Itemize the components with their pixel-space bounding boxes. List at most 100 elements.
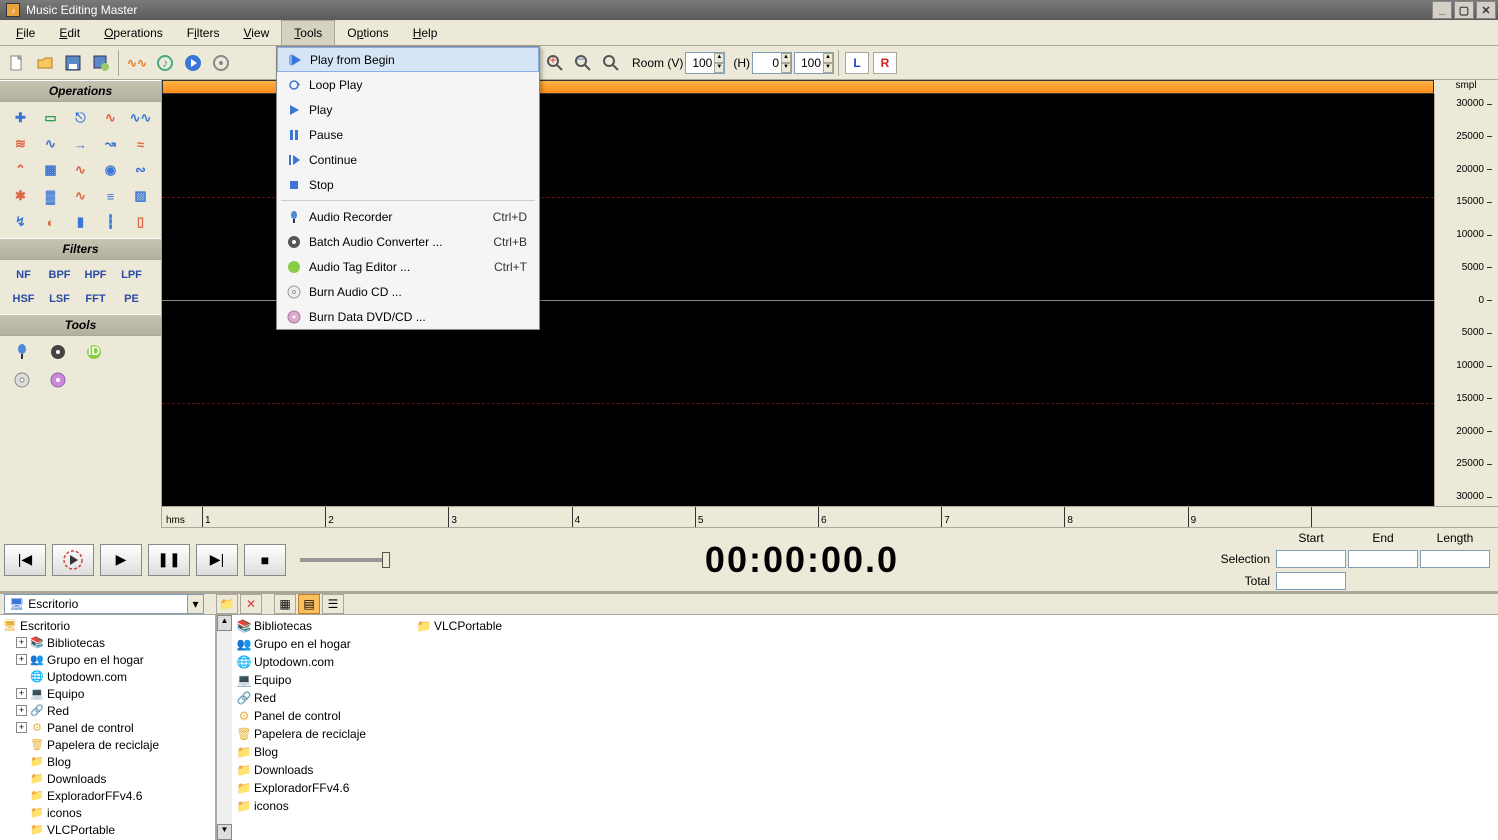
tree-item[interactable]: 📁ExploradorFFv4.6 xyxy=(2,787,213,804)
operation-18[interactable]: ≡ xyxy=(97,184,125,208)
sel-start-field[interactable] xyxy=(1276,550,1346,568)
filter-bpf[interactable]: BPF xyxy=(46,264,74,286)
dropdown-item-play-begin[interactable]: Play from Begin xyxy=(277,47,539,72)
operation-22[interactable]: ▮ xyxy=(67,210,95,234)
scroll-down[interactable]: ▼ xyxy=(217,824,232,840)
list-item[interactable]: 🗑Papelera de reciclaje xyxy=(234,725,414,743)
menu-help[interactable]: Help xyxy=(401,20,450,45)
expand-toggle[interactable]: + xyxy=(16,637,27,648)
expand-toggle[interactable]: + xyxy=(16,654,27,665)
spin-down[interactable]: ▼ xyxy=(781,63,791,73)
expand-toggle[interactable]: + xyxy=(16,688,27,699)
zoom-in-button[interactable]: + xyxy=(542,50,568,76)
tool-burn-dvd[interactable] xyxy=(44,368,72,392)
minimize-button[interactable]: _ xyxy=(1432,1,1452,19)
save-button[interactable] xyxy=(60,50,86,76)
play-begin-button[interactable] xyxy=(52,544,94,576)
fb-view-small[interactable]: ▤ xyxy=(298,594,320,614)
room-h1-input[interactable] xyxy=(753,56,781,70)
operation-10[interactable]: ⌃ xyxy=(7,158,35,182)
play-button[interactable]: ▶ xyxy=(100,544,142,576)
operation-24[interactable]: ▯ xyxy=(127,210,155,234)
operation-23[interactable]: ┇ xyxy=(97,210,125,234)
location-combo[interactable]: 🖥 Escritorio ▾ xyxy=(4,594,204,614)
dropdown-item-stop[interactable]: Stop xyxy=(277,172,539,197)
operation-4[interactable]: ∿∿ xyxy=(127,106,155,130)
fb-delete-button[interactable]: ✕ xyxy=(240,594,262,614)
dropdown-item-mic[interactable]: Audio RecorderCtrl+D xyxy=(277,204,539,229)
room-h2-spinner[interactable]: ▲▼ xyxy=(794,52,834,74)
operation-1[interactable]: ▭ xyxy=(37,106,65,130)
operation-16[interactable]: ▓ xyxy=(37,184,65,208)
dropdown-item-dvd[interactable]: Burn Data DVD/CD ... xyxy=(277,304,539,329)
menu-file[interactable]: File xyxy=(4,20,47,45)
operation-7[interactable]: → xyxy=(67,132,95,156)
folder-tree[interactable]: 🖥Escritorio+📚Bibliotecas+👥Grupo en el ho… xyxy=(0,615,216,840)
tree-item[interactable]: 📁Blog xyxy=(2,753,213,770)
menu-filters[interactable]: Filters xyxy=(175,20,232,45)
combo-dropdown-button[interactable]: ▾ xyxy=(187,595,203,613)
skip-end-button[interactable]: ▶| xyxy=(196,544,238,576)
tool-tag[interactable]: ID xyxy=(80,340,108,364)
list-item[interactable]: 🔗Red xyxy=(234,689,414,707)
room-h1-spinner[interactable]: ▲▼ xyxy=(752,52,792,74)
tool-burn-cd[interactable] xyxy=(8,368,36,392)
spin-down[interactable]: ▼ xyxy=(714,63,724,73)
list-item[interactable]: ⚙Panel de control xyxy=(234,707,414,725)
total-field[interactable] xyxy=(1276,572,1346,590)
fb-up-button[interactable]: 📁 xyxy=(216,594,238,614)
list-item[interactable]: 🌐Uptodown.com xyxy=(234,653,414,671)
spin-up[interactable]: ▲ xyxy=(781,53,791,63)
sel-end-field[interactable] xyxy=(1348,550,1418,568)
operation-20[interactable]: ↯ xyxy=(7,210,35,234)
operation-14[interactable]: ∾ xyxy=(127,158,155,182)
operation-13[interactable]: ◉ xyxy=(97,158,125,182)
operation-8[interactable]: ↝ xyxy=(97,132,125,156)
tool-batch[interactable] xyxy=(44,340,72,364)
menu-tools[interactable]: Tools xyxy=(281,20,335,45)
list-item[interactable]: 📁VLCPortable xyxy=(414,617,502,635)
fb-view-list[interactable]: ☰ xyxy=(322,594,344,614)
left-channel-button[interactable]: L xyxy=(845,52,869,74)
filter-fft[interactable]: FFT xyxy=(82,288,110,310)
dropdown-item-pause[interactable]: Pause xyxy=(277,122,539,147)
tree-item[interactable]: +👥Grupo en el hogar xyxy=(2,651,213,668)
operation-3[interactable]: ∿ xyxy=(97,106,125,130)
skip-start-button[interactable]: |◀ xyxy=(4,544,46,576)
right-channel-button[interactable]: R xyxy=(873,52,897,74)
tree-scrollbar[interactable]: ▲ ▼ xyxy=(216,615,232,840)
tree-item[interactable]: +⚙Panel de control xyxy=(2,719,213,736)
list-item[interactable]: 📁Blog xyxy=(234,743,414,761)
dropdown-item-play[interactable]: Play xyxy=(277,97,539,122)
room-v-spinner[interactable]: ▲▼ xyxy=(685,52,725,74)
volume-thumb[interactable] xyxy=(382,552,390,568)
operation-2[interactable]: ⎋ xyxy=(67,106,95,130)
room-v-input[interactable] xyxy=(686,56,714,70)
operation-9[interactable]: ≈ xyxy=(127,132,155,156)
operation-19[interactable]: ▨ xyxy=(127,184,155,208)
operation-0[interactable]: ✚ xyxy=(7,106,35,130)
dropdown-item-batch[interactable]: Batch Audio Converter ...Ctrl+B xyxy=(277,229,539,254)
zoom-fit-button[interactable] xyxy=(598,50,624,76)
tree-item[interactable]: +📚Bibliotecas xyxy=(2,634,213,651)
fb-view-large[interactable]: ▦ xyxy=(274,594,296,614)
open-file-button[interactable] xyxy=(32,50,58,76)
menu-operations[interactable]: Operations xyxy=(92,20,175,45)
menu-edit[interactable]: Edit xyxy=(47,20,92,45)
dropdown-item-cd[interactable]: Burn Audio CD ... xyxy=(277,279,539,304)
spin-down[interactable]: ▼ xyxy=(823,63,833,73)
filter-pe[interactable]: PE xyxy=(118,288,146,310)
volume-slider[interactable] xyxy=(300,558,390,562)
operation-17[interactable]: ∿ xyxy=(67,184,95,208)
list-item[interactable]: 💻Equipo xyxy=(234,671,414,689)
play-button[interactable] xyxy=(180,50,206,76)
spin-up[interactable]: ▲ xyxy=(823,53,833,63)
save-as-button[interactable] xyxy=(88,50,114,76)
operation-11[interactable]: ▦ xyxy=(37,158,65,182)
operation-12[interactable]: ∿ xyxy=(67,158,95,182)
operation-6[interactable]: ∿ xyxy=(37,132,65,156)
tree-item[interactable]: 🖥Escritorio xyxy=(2,617,213,634)
expand-toggle[interactable]: + xyxy=(16,722,27,733)
dropdown-item-loop[interactable]: Loop Play xyxy=(277,72,539,97)
dropdown-item-continue[interactable]: Continue xyxy=(277,147,539,172)
